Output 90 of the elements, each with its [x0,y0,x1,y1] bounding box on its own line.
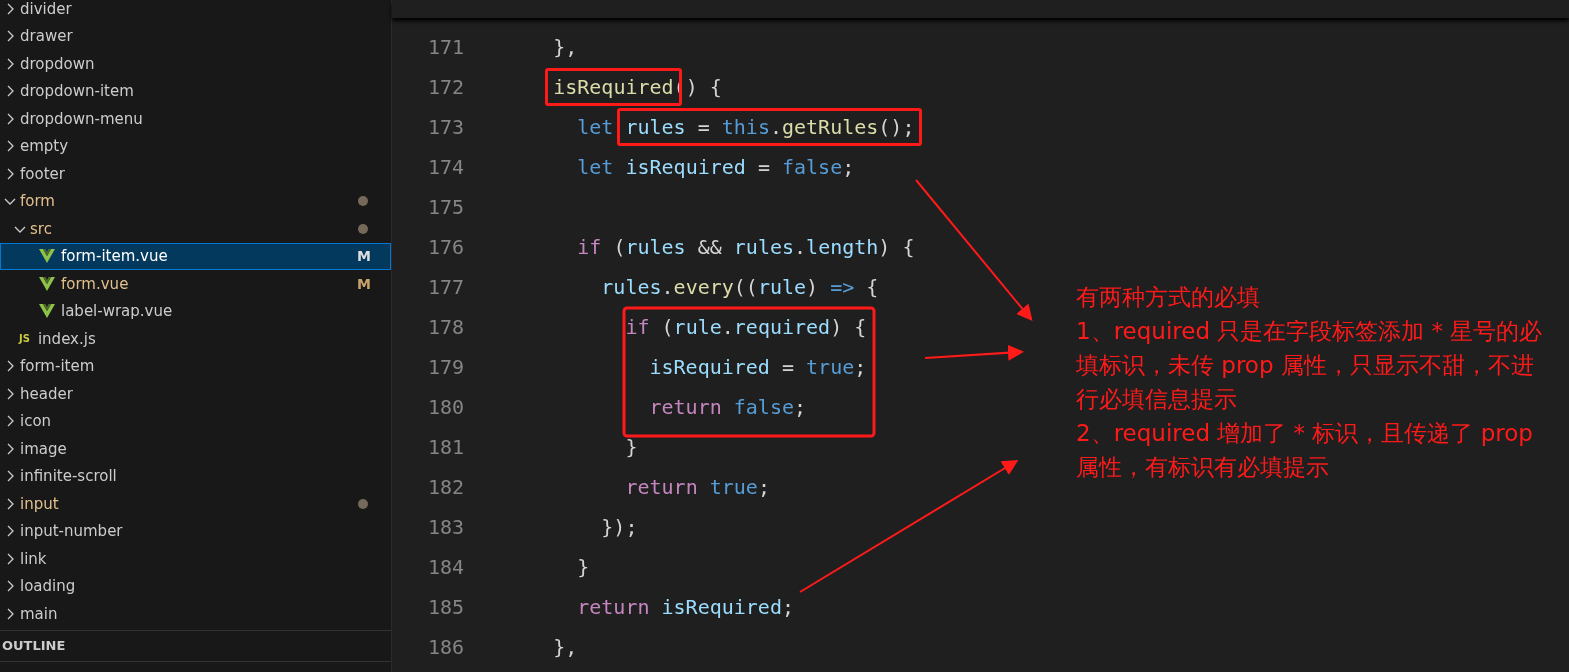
code-text: return isRequired; [577,595,794,619]
line-number: 173 [426,115,464,139]
code-text: } [577,555,590,579]
file-tree-item[interactable]: dropdown [0,50,391,78]
line-number: 181 [426,435,464,459]
git-status-label: M [357,275,371,292]
file-name: header [20,384,73,403]
file-tree-item[interactable]: header [0,380,391,408]
vue-file-icon [39,249,55,264]
line-number: 186 [426,635,464,659]
file-tree-item[interactable]: form [0,187,391,215]
code-text: rules.every((rule) => { [601,275,879,299]
file-name: link [20,549,47,568]
file-tree-item[interactable]: main [0,600,391,628]
file-tree-item[interactable]: JS index.js [0,325,391,353]
file-name: index.js [37,329,96,348]
line-number: 174 [426,155,464,179]
file-tree-item[interactable]: drawer [0,22,391,50]
file-name: drawer [20,27,73,46]
file-name: dropdown-item [20,82,134,101]
line-number: 176 [426,235,464,259]
file-tree-item[interactable]: dropdown-menu [0,105,391,133]
file-name: divider [20,0,72,18]
file-tree-item[interactable]: form-item [0,352,391,380]
line-number: 172 [426,75,464,99]
code-text: if (rule.required) { [625,315,867,339]
file-tree-item[interactable]: dropdown-item [0,77,391,105]
code-text: }); [601,515,638,539]
line-number: 175 [426,195,464,219]
modified-dot-icon [358,498,368,509]
file-name: main [20,604,58,623]
file-tree-item[interactable]: icon [0,407,391,435]
line-number: 184 [426,555,464,579]
code-text: if (rules && rules.length) { [577,235,915,259]
file-tree-item[interactable]: input [0,490,391,518]
line-number: 182 [426,475,464,499]
annotation-text: 1、required 只是在字段标签添加 * 星号的必填标识，未传 prop 属性，只显示不甜，不进行必填信息提示 [1076,317,1544,414]
file-tree-item[interactable]: input-number [0,517,391,545]
line-number: 179 [426,355,464,379]
code-text: let [577,115,615,139]
code-text: let isRequired = false; [577,155,855,179]
file-name: dropdown [20,54,95,73]
file-name: label-wrap.vue [61,302,173,321]
file-name: empty [20,137,69,156]
highlighted-code: rules = this.getRules(); [617,108,923,146]
file-tree-item[interactable]: divider [0,0,391,23]
file-tree-item[interactable]: link [0,545,391,573]
file-name: input-number [20,522,123,541]
file-name: loading [20,577,76,596]
vue-file-icon [39,304,55,319]
code-text: }, [553,635,578,659]
line-number: 185 [426,595,464,619]
file-tree-item[interactable]: footer [0,160,391,188]
file-name: form-item.vue [61,247,168,266]
file-tree-item[interactable]: empty [0,132,391,160]
code-text: return true; [625,475,770,499]
file-name: footer [20,164,65,183]
file-name: src [30,219,52,238]
file-name: form-item [20,357,95,376]
annotation-text: 有两种方式的必填 [1076,283,1261,312]
file-tree-item[interactable]: loading [0,572,391,600]
annotation-text: 2、required 增加了 * 标识，且传递了 prop 属性，有标识有必填提示 [1076,419,1534,482]
file-name: form [20,192,55,211]
code-text: isRequired = true; [649,355,867,379]
modified-dot-icon [358,223,368,234]
file-tree-item[interactable]: label-wrap.vue [0,297,391,325]
line-number: 183 [426,515,464,539]
code-text: } [625,435,638,459]
line-number: 171 [426,35,464,59]
code-text: return false; [649,395,807,419]
file-name: infinite-scroll [20,467,117,486]
file-tree-item[interactable]: form-item.vue M [0,242,391,270]
file-tree-item[interactable]: image [0,435,391,463]
file-tree-item[interactable]: form.vue M [0,270,391,298]
vue-file-icon [39,276,55,291]
line-number: 178 [426,315,464,339]
line-number: 177 [426,275,464,299]
git-status-label: M [357,248,371,265]
outline-header[interactable]: OUTLINE [0,630,391,662]
file-name: input [20,494,59,513]
modified-dot-icon [358,196,368,207]
js-file-label: JS [19,333,30,345]
file-name: icon [20,412,52,431]
code-text: }, [553,35,578,59]
file-name: dropdown-menu [20,109,143,128]
file-tree-item[interactable]: infinite-scroll [0,462,391,490]
file-name: form.vue [61,274,129,293]
file-name: image [20,439,67,458]
file-tree-item[interactable]: src [0,215,391,243]
line-number: 180 [426,395,464,419]
